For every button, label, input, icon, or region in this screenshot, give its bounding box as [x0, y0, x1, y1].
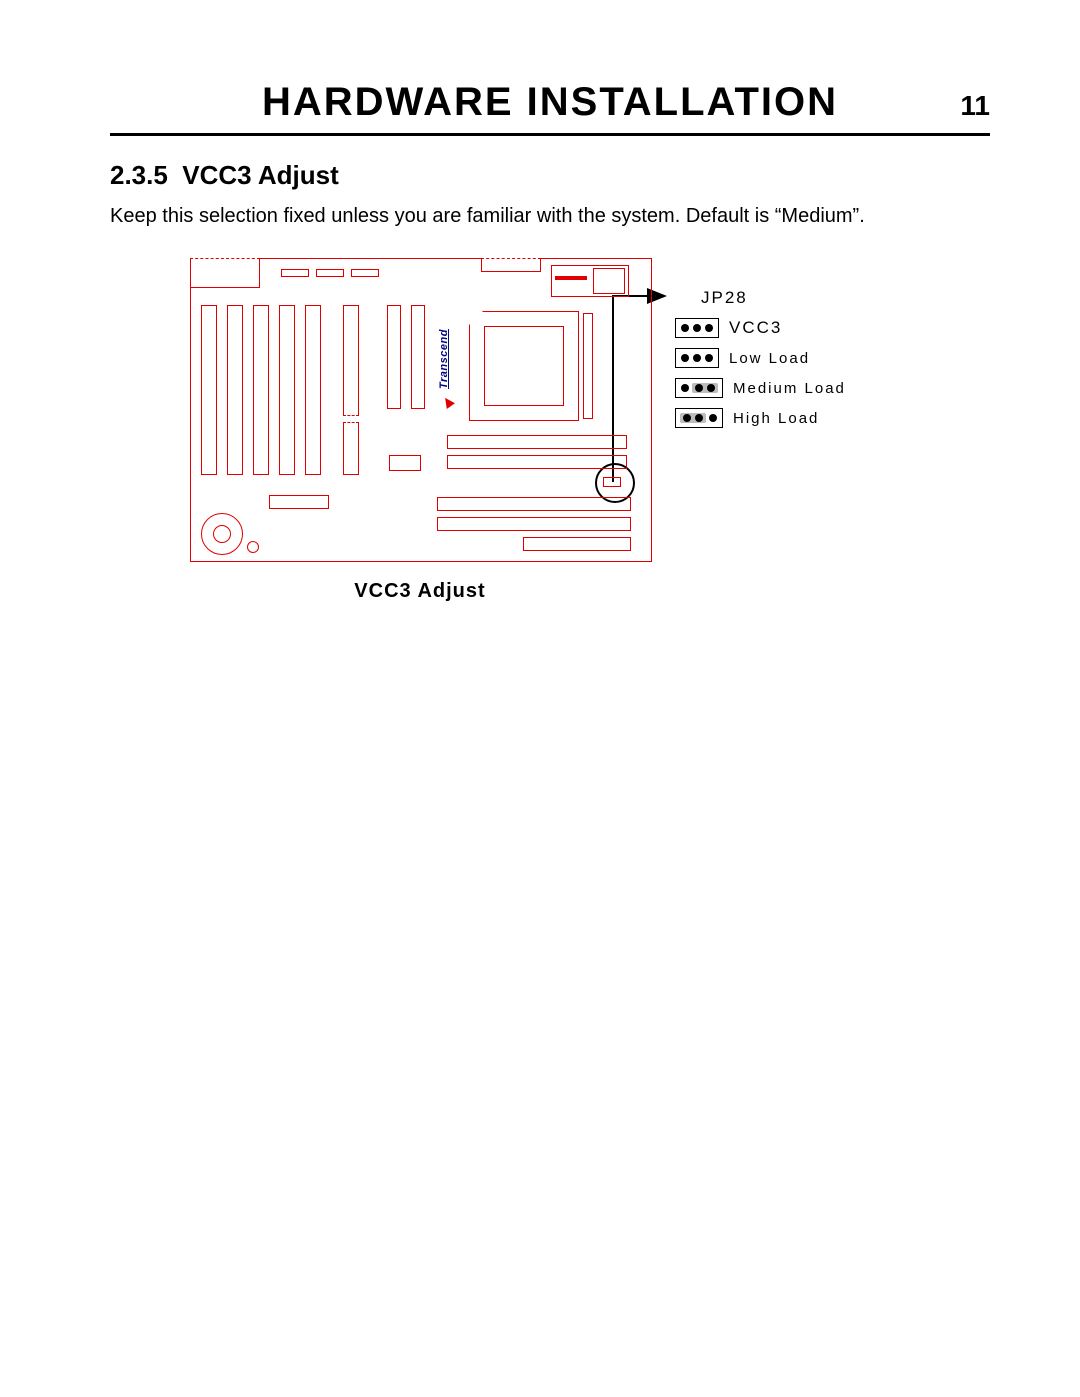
legend-option-low: Low Load — [675, 348, 846, 368]
header-rule — [110, 133, 990, 136]
legend-signal-label: VCC3 — [729, 318, 782, 338]
page-title: HARDWARE INSTALLATION — [150, 80, 950, 125]
legend-option-high: High Load — [675, 408, 846, 428]
legend-option-low-label: Low Load — [729, 350, 810, 367]
figure-area: JP28 VCC3 Low Load Medium Load — [190, 258, 910, 603]
jumper-icon-low — [675, 348, 719, 368]
jumper-legend: JP28 VCC3 Low Load Medium Load — [675, 288, 846, 438]
section-title-text: VCC3 Adjust — [182, 160, 339, 190]
legend-option-medium-label: Medium Load — [733, 380, 846, 397]
section-number: 2.3.5 — [110, 160, 168, 190]
motherboard-diagram: Transcend — [190, 258, 652, 562]
jumper-icon-vcc3 — [675, 318, 719, 338]
legend-option-high-label: High Load — [733, 410, 819, 427]
section-body: Keep this selection fixed unless you are… — [110, 205, 990, 228]
section-heading: 2.3.5 VCC3 Adjust — [110, 160, 990, 191]
page-number: 11 — [950, 90, 990, 122]
jumper-icon-high — [675, 408, 723, 428]
legend-jumper-ref: JP28 — [675, 288, 846, 308]
brand-label: Transcend — [438, 329, 450, 389]
jumper-icon-medium — [675, 378, 723, 398]
legend-jumper-ref-label: JP28 — [701, 288, 748, 308]
figure-caption: VCC3 Adjust — [190, 580, 650, 603]
legend-option-medium: Medium Load — [675, 378, 846, 398]
brand-arrow-icon — [441, 395, 455, 409]
legend-signal: VCC3 — [675, 318, 846, 338]
